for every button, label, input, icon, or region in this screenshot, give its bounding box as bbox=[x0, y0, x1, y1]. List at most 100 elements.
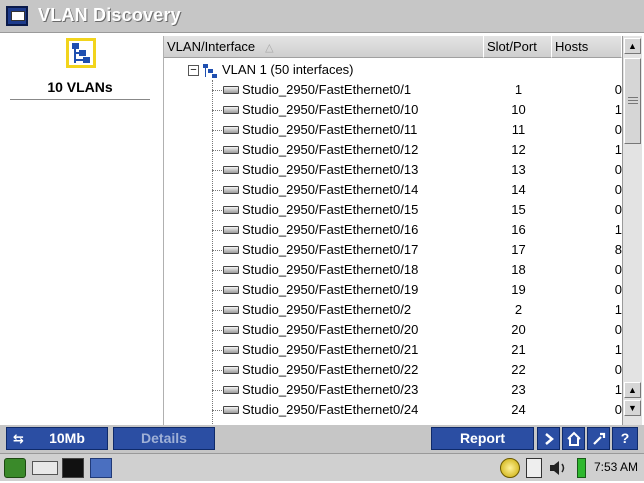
interface-name: Studio_2950/FastEthernet0/18 bbox=[242, 262, 419, 277]
interface-name: Studio_2950/FastEthernet0/13 bbox=[242, 162, 419, 177]
vertical-scrollbar[interactable]: ▲ ▲ ▼ bbox=[622, 36, 642, 426]
clipboard-icon[interactable] bbox=[526, 458, 542, 478]
column-header-vlan-interface[interactable]: VLAN/Interface △ bbox=[164, 36, 484, 58]
back-arrow-icon[interactable] bbox=[537, 427, 560, 450]
tree-connector bbox=[212, 130, 222, 131]
table-body: − VLAN 1 (50 interfaces) Studio_2950/Fas… bbox=[164, 58, 622, 426]
interface-name: Studio_2950/FastEthernet0/20 bbox=[242, 322, 419, 337]
clock: 7:53 AM bbox=[594, 460, 639, 474]
interface-name: Studio_2950/FastEthernet0/2 bbox=[242, 302, 412, 317]
vlan-tree-icon[interactable] bbox=[66, 38, 96, 68]
table-row[interactable]: Studio_2950/FastEthernet0/24 24 0 bbox=[164, 400, 622, 420]
slot-port-value: 10 bbox=[511, 102, 526, 117]
interface-name: Studio_2950/FastEthernet0/15 bbox=[242, 202, 419, 217]
column-label: VLAN/Interface bbox=[167, 39, 256, 54]
table-row[interactable]: Studio_2950/FastEthernet0/2 2 1 bbox=[164, 300, 622, 320]
network-status-icon[interactable] bbox=[500, 458, 520, 478]
terminal-icon[interactable] bbox=[62, 458, 84, 478]
scroll-thumb[interactable] bbox=[624, 58, 641, 144]
home-icon[interactable] bbox=[562, 427, 585, 450]
tree-group-vlan-1[interactable]: − VLAN 1 (50 interfaces) bbox=[164, 60, 622, 80]
network-interface-icon bbox=[223, 366, 239, 374]
slot-port-value: 21 bbox=[511, 342, 526, 357]
scroll-up-arrow-icon[interactable]: ▲ bbox=[624, 382, 641, 398]
slot-port-value: 2 bbox=[514, 302, 523, 317]
scroll-down-arrow-icon[interactable]: ▼ bbox=[624, 400, 641, 416]
window-list-icon[interactable] bbox=[90, 458, 112, 478]
tree-connector bbox=[212, 350, 222, 351]
battery-icon[interactable] bbox=[577, 458, 586, 478]
table-row[interactable]: Studio_2950/FastEthernet0/18 18 0 bbox=[164, 260, 622, 280]
interface-name: Studio_2950/FastEthernet0/19 bbox=[242, 282, 419, 297]
network-interface-icon bbox=[223, 126, 239, 134]
help-button[interactable]: ? bbox=[612, 427, 638, 450]
wrench-icon[interactable] bbox=[587, 427, 610, 450]
volume-icon[interactable] bbox=[548, 458, 570, 478]
table-row[interactable]: Studio_2950/FastEthernet0/19 19 0 bbox=[164, 280, 622, 300]
column-header-hosts[interactable]: Hosts bbox=[552, 36, 622, 58]
hosts-value: 0 bbox=[614, 362, 622, 377]
table-row[interactable]: Studio_2950/FastEthernet0/23 23 1 bbox=[164, 380, 622, 400]
table-row[interactable]: Studio_2950/FastEthernet0/13 13 0 bbox=[164, 160, 622, 180]
table-row[interactable]: Studio_2950/FastEthernet0/16 16 1 bbox=[164, 220, 622, 240]
collapse-toggle-icon[interactable]: − bbox=[188, 65, 199, 76]
hosts-value: 0 bbox=[614, 202, 622, 217]
action-bar: ⇆ 10Mb Details Report ? bbox=[0, 425, 644, 453]
interface-name: Studio_2950/FastEthernet0/1 bbox=[242, 82, 412, 97]
network-interface-icon bbox=[223, 386, 239, 394]
slot-port-value: 16 bbox=[511, 222, 526, 237]
scroll-up-arrow-icon[interactable]: ▲ bbox=[624, 38, 641, 54]
hosts-value: 0 bbox=[614, 322, 622, 337]
hosts-value: 1 bbox=[614, 342, 622, 357]
table-row[interactable]: Studio_2950/FastEthernet0/15 15 0 bbox=[164, 200, 622, 220]
vlan-tree-icon bbox=[202, 63, 220, 79]
interface-name: Studio_2950/FastEthernet0/16 bbox=[242, 222, 419, 237]
column-header-slot-port[interactable]: Slot/Port bbox=[484, 36, 552, 58]
table-row[interactable]: Studio_2950/FastEthernet0/12 12 1 bbox=[164, 140, 622, 160]
keyboard-icon[interactable] bbox=[32, 461, 58, 475]
table-row[interactable]: Studio_2950/FastEthernet0/11 11 0 bbox=[164, 120, 622, 140]
slot-port-value: 1 bbox=[514, 82, 523, 97]
network-interface-icon bbox=[223, 206, 239, 214]
hosts-value: 1 bbox=[614, 142, 622, 157]
start-menu-icon[interactable] bbox=[4, 458, 26, 478]
table-row[interactable]: Studio_2950/FastEthernet0/20 20 0 bbox=[164, 320, 622, 340]
tree-connector bbox=[212, 370, 222, 371]
table-row[interactable]: Studio_2950/FastEthernet0/22 22 0 bbox=[164, 360, 622, 380]
hosts-value: 0 bbox=[614, 122, 622, 137]
network-interface-icon bbox=[223, 86, 239, 94]
tree-connector bbox=[212, 250, 222, 251]
report-button[interactable]: Report bbox=[431, 427, 534, 450]
table-row[interactable]: Studio_2950/FastEthernet0/21 21 1 bbox=[164, 340, 622, 360]
table-row[interactable]: Studio_2950/FastEthernet0/10 10 1 bbox=[164, 100, 622, 120]
tree-connector bbox=[212, 110, 222, 111]
network-interface-icon bbox=[223, 406, 239, 414]
table-row[interactable]: Studio_2950/FastEthernet0/14 14 0 bbox=[164, 180, 622, 200]
table-row[interactable]: Studio_2950/FastEthernet0/1 1 0 bbox=[164, 80, 622, 100]
sort-ascending-icon: △ bbox=[265, 42, 274, 54]
tree-connector bbox=[212, 230, 222, 231]
slot-port-value: 22 bbox=[511, 362, 526, 377]
hosts-value: 0 bbox=[614, 82, 622, 97]
hosts-value: 0 bbox=[614, 162, 622, 177]
tree-connector bbox=[212, 310, 222, 311]
slot-port-value: 15 bbox=[511, 202, 526, 217]
speed-button[interactable]: ⇆ 10Mb bbox=[6, 427, 108, 450]
network-interface-icon bbox=[223, 286, 239, 294]
hosts-value: 8 bbox=[614, 242, 622, 257]
slot-port-value: 19 bbox=[511, 282, 526, 297]
hosts-value: 0 bbox=[614, 402, 622, 417]
speed-label: 10Mb bbox=[49, 430, 85, 446]
tree-connector bbox=[212, 190, 222, 191]
hosts-value: 1 bbox=[614, 382, 622, 397]
details-button[interactable]: Details bbox=[113, 427, 215, 450]
hosts-value: 0 bbox=[614, 182, 622, 197]
tree-connector bbox=[212, 150, 222, 151]
tree-connector bbox=[212, 290, 222, 291]
slot-port-value: 17 bbox=[511, 242, 526, 257]
table-row[interactable]: Studio_2950/FastEthernet0/17 17 8 bbox=[164, 240, 622, 260]
window-app-icon bbox=[6, 6, 28, 26]
network-interface-icon bbox=[223, 166, 239, 174]
network-interface-icon bbox=[223, 306, 239, 314]
interface-name: Studio_2950/FastEthernet0/23 bbox=[242, 382, 419, 397]
